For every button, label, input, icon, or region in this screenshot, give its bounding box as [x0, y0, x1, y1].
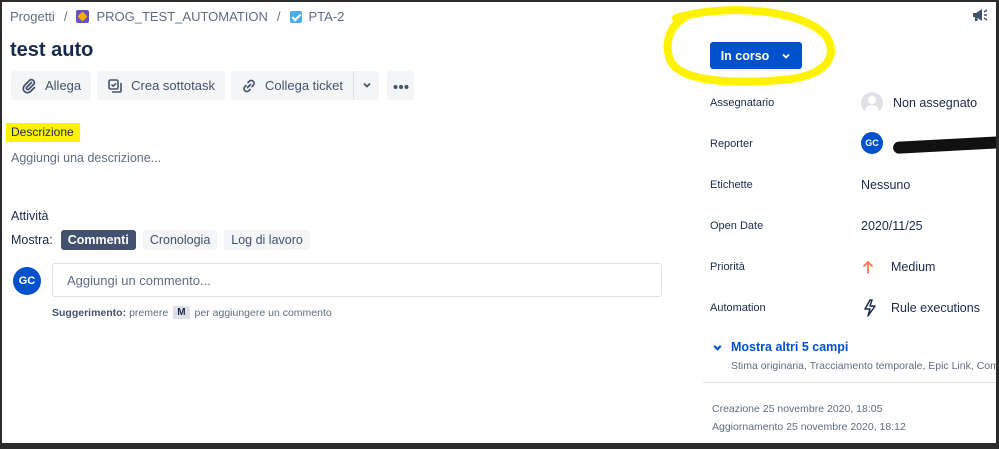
breadcrumb-project-label: PROG_TEST_AUTOMATION: [96, 9, 268, 24]
link-issue-dropdown[interactable]: [353, 71, 380, 100]
description-field[interactable]: Aggiungi una descrizione...: [11, 151, 161, 165]
breadcrumb-project[interactable]: PROG_TEST_AUTOMATION: [76, 9, 268, 24]
assignee-value[interactable]: Non assegnato: [861, 92, 977, 114]
paperclip-icon: [21, 78, 37, 94]
activity-heading: Attività: [11, 209, 49, 223]
assignee-label: Assegnatario: [710, 97, 775, 109]
chevron-down-icon: [781, 51, 791, 61]
create-subtask-label: Crea sottotask: [131, 78, 215, 93]
breadcrumb-separator: /: [276, 9, 281, 24]
created-timestamp: Creazione 25 novembre 2020, 18:05: [712, 403, 883, 415]
automation-label: Automation: [710, 302, 766, 314]
attach-button[interactable]: Allega: [11, 71, 92, 100]
priority-name: Medium: [891, 260, 936, 274]
attach-label: Allega: [45, 78, 82, 93]
labels-value[interactable]: Nessuno: [861, 178, 910, 192]
hidden-fields-list: Stima originaria, Tracciamento temporale…: [731, 360, 996, 372]
tab-worklog[interactable]: Log di lavoro: [224, 230, 310, 250]
updated-timestamp: Aggiornamento 25 novembre 2020, 18:12: [712, 421, 906, 433]
shortcut-key: M: [173, 306, 190, 319]
show-more-fields-label: Mostra altri 5 campi: [731, 340, 849, 354]
megaphone-icon[interactable]: [970, 6, 988, 24]
comment-tip: Suggerimento: premere M per aggiungere u…: [52, 306, 332, 319]
breadcrumb-separator: /: [63, 9, 68, 24]
reporter-avatar: GC: [861, 132, 883, 154]
tab-comments[interactable]: Commenti: [60, 230, 136, 250]
lightning-icon: [861, 299, 881, 317]
activity-filter: Mostra: Commenti Cronologia Log di lavor…: [11, 230, 317, 250]
breadcrumb-issue[interactable]: PTA-2: [289, 9, 345, 24]
tab-history[interactable]: Cronologia: [142, 230, 218, 250]
redaction-mark: [892, 136, 996, 154]
arrow-up-icon: [861, 259, 881, 275]
automation-value[interactable]: Rule executions: [861, 299, 980, 317]
create-subtask-button[interactable]: Crea sottotask: [97, 71, 225, 100]
subtask-icon: [107, 78, 123, 94]
reporter-value[interactable]: GC: [861, 132, 996, 154]
automation-name: Rule executions: [891, 301, 980, 315]
show-label: Mostra:: [11, 233, 53, 247]
open-date-value[interactable]: 2020/11/25: [861, 219, 923, 233]
priority-value[interactable]: Medium: [861, 259, 935, 275]
breadcrumb: Progetti / PROG_TEST_AUTOMATION / PTA-2: [10, 9, 344, 24]
task-type-icon: [289, 10, 302, 23]
breadcrumb-issue-label: PTA-2: [308, 9, 345, 24]
status-button[interactable]: In corso: [710, 42, 802, 69]
status-label: In corso: [720, 48, 770, 63]
assignee-name: Non assegnato: [893, 96, 978, 110]
tip-text-pre: premere: [129, 306, 169, 319]
tip-text-post: per aggiungere un commento: [194, 306, 332, 319]
chevron-down-icon: [712, 342, 723, 353]
more-icon: [393, 78, 409, 93]
tip-label: Suggerimento:: [52, 306, 127, 319]
avatar: GC: [13, 267, 41, 295]
link-issue-group: Collega ticket: [230, 71, 380, 100]
labels-label: Etichette: [710, 179, 753, 191]
issue-title[interactable]: test auto: [10, 39, 93, 62]
more-actions-button[interactable]: [387, 71, 415, 100]
link-issue-label: Collega ticket: [264, 78, 344, 93]
priority-label: Priorità: [710, 261, 745, 273]
avatar: GC: [861, 132, 883, 154]
link-icon: [241, 78, 257, 94]
link-issue-button[interactable]: Collega ticket: [230, 71, 354, 100]
divider: [703, 382, 996, 383]
reporter-label: Reporter: [710, 138, 753, 150]
breadcrumb-projects[interactable]: Progetti: [10, 9, 55, 24]
issue-view: Progetti / PROG_TEST_AUTOMATION / PTA-2 …: [2, 2, 996, 443]
comment-input[interactable]: Aggiungi un commento...: [52, 263, 662, 297]
description-heading: Descrizione: [6, 123, 80, 142]
open-date-label: Open Date: [710, 220, 764, 232]
issue-toolbar: Allega Crea sottotask Collega ticket: [11, 71, 420, 100]
chevron-down-icon: [362, 78, 372, 93]
show-more-fields-button[interactable]: Mostra altri 5 campi: [712, 340, 848, 354]
unassigned-avatar-icon: [861, 92, 883, 114]
project-icon: [76, 10, 90, 23]
